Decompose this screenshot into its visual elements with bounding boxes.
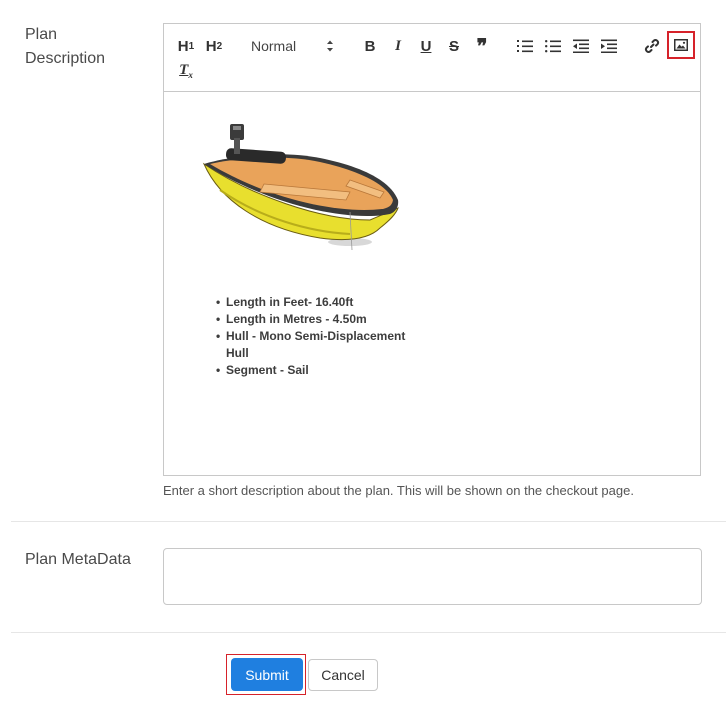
list-item: • Length in Feet- 16.40ft bbox=[216, 294, 416, 311]
link-button[interactable] bbox=[640, 34, 664, 58]
plan-metadata-label: Plan MetaData bbox=[25, 551, 131, 568]
heading-1-button[interactable]: H1 bbox=[174, 34, 198, 58]
editor-toolbar: H1 H2 Normal B I U S ❞ Tx bbox=[164, 24, 700, 92]
list-item-text: Length in Feet- 16.40ft bbox=[226, 295, 354, 309]
clear-formatting-icon: Tx bbox=[179, 62, 193, 80]
ordered-list-button[interactable] bbox=[513, 34, 537, 58]
outdent-icon bbox=[573, 39, 589, 53]
bullet-list-icon bbox=[545, 39, 561, 53]
plan-metadata-input[interactable] bbox=[163, 548, 702, 605]
list-item-text: Segment - Sail bbox=[226, 363, 309, 377]
heading-2-number: 2 bbox=[216, 40, 223, 52]
clear-formatting-letter: T bbox=[179, 62, 189, 78]
text-format-select[interactable]: Normal bbox=[251, 34, 343, 58]
clear-formatting-x: x bbox=[188, 70, 193, 80]
cancel-button[interactable]: Cancel bbox=[308, 659, 378, 691]
section-divider bbox=[11, 521, 726, 522]
select-arrows-icon bbox=[325, 39, 335, 56]
heading-2-letter: H bbox=[205, 37, 217, 55]
plan-feature-list: • Length in Feet- 16.40ft • Length in Me… bbox=[216, 294, 416, 379]
bullet-icon: • bbox=[216, 329, 221, 343]
editor-content-area[interactable]: • Length in Feet- 16.40ft • Length in Me… bbox=[164, 92, 700, 475]
italic-button[interactable]: I bbox=[386, 34, 410, 58]
text-format-value: Normal bbox=[251, 38, 297, 54]
plan-description-label-line1: Plan bbox=[25, 26, 58, 43]
plan-description-label: Plan Description bbox=[25, 23, 105, 71]
list-item-text: Length in Metres - 4.50m bbox=[226, 312, 367, 326]
plan-description-help-text: Enter a short description about the plan… bbox=[163, 483, 634, 498]
underline-icon: U bbox=[420, 37, 432, 55]
image-icon bbox=[674, 39, 688, 51]
heading-1-letter: H bbox=[177, 37, 189, 55]
boat-image bbox=[200, 120, 410, 265]
bold-icon: B bbox=[364, 37, 376, 55]
list-item: • Length in Metres - 4.50m bbox=[216, 311, 416, 328]
bullet-icon: • bbox=[216, 295, 221, 309]
submit-button[interactable]: Submit bbox=[231, 658, 303, 691]
italic-icon: I bbox=[395, 37, 401, 54]
bold-button[interactable]: B bbox=[358, 34, 382, 58]
blockquote-button[interactable]: ❞ bbox=[470, 34, 494, 58]
indent-icon bbox=[601, 39, 617, 53]
bullet-icon: • bbox=[216, 312, 221, 326]
outdent-button[interactable] bbox=[569, 34, 593, 58]
indent-button[interactable] bbox=[597, 34, 621, 58]
link-icon bbox=[644, 38, 660, 54]
heading-2-button[interactable]: H2 bbox=[202, 34, 226, 58]
strikethrough-icon: S bbox=[448, 37, 459, 55]
plan-description-editor: H1 H2 Normal B I U S ❞ Tx • Length in Fe… bbox=[163, 23, 701, 476]
section-divider bbox=[11, 632, 726, 633]
strikethrough-button[interactable]: S bbox=[442, 34, 466, 58]
list-item: • Segment - Sail bbox=[216, 362, 416, 379]
list-item: • Hull - Mono Semi-Displacement Hull bbox=[216, 328, 416, 362]
image-button[interactable] bbox=[667, 31, 695, 59]
plan-description-label-line2: Description bbox=[25, 50, 106, 67]
bullet-list-button[interactable] bbox=[541, 34, 565, 58]
clear-formatting-button[interactable]: Tx bbox=[174, 59, 198, 83]
list-item-text: Hull - Mono Semi-Displacement Hull bbox=[226, 329, 406, 360]
ordered-list-icon bbox=[517, 39, 533, 53]
quote-icon: ❞ bbox=[476, 35, 488, 58]
bullet-icon: • bbox=[216, 363, 221, 377]
underline-button[interactable]: U bbox=[414, 34, 438, 58]
heading-1-number: 1 bbox=[188, 40, 195, 52]
